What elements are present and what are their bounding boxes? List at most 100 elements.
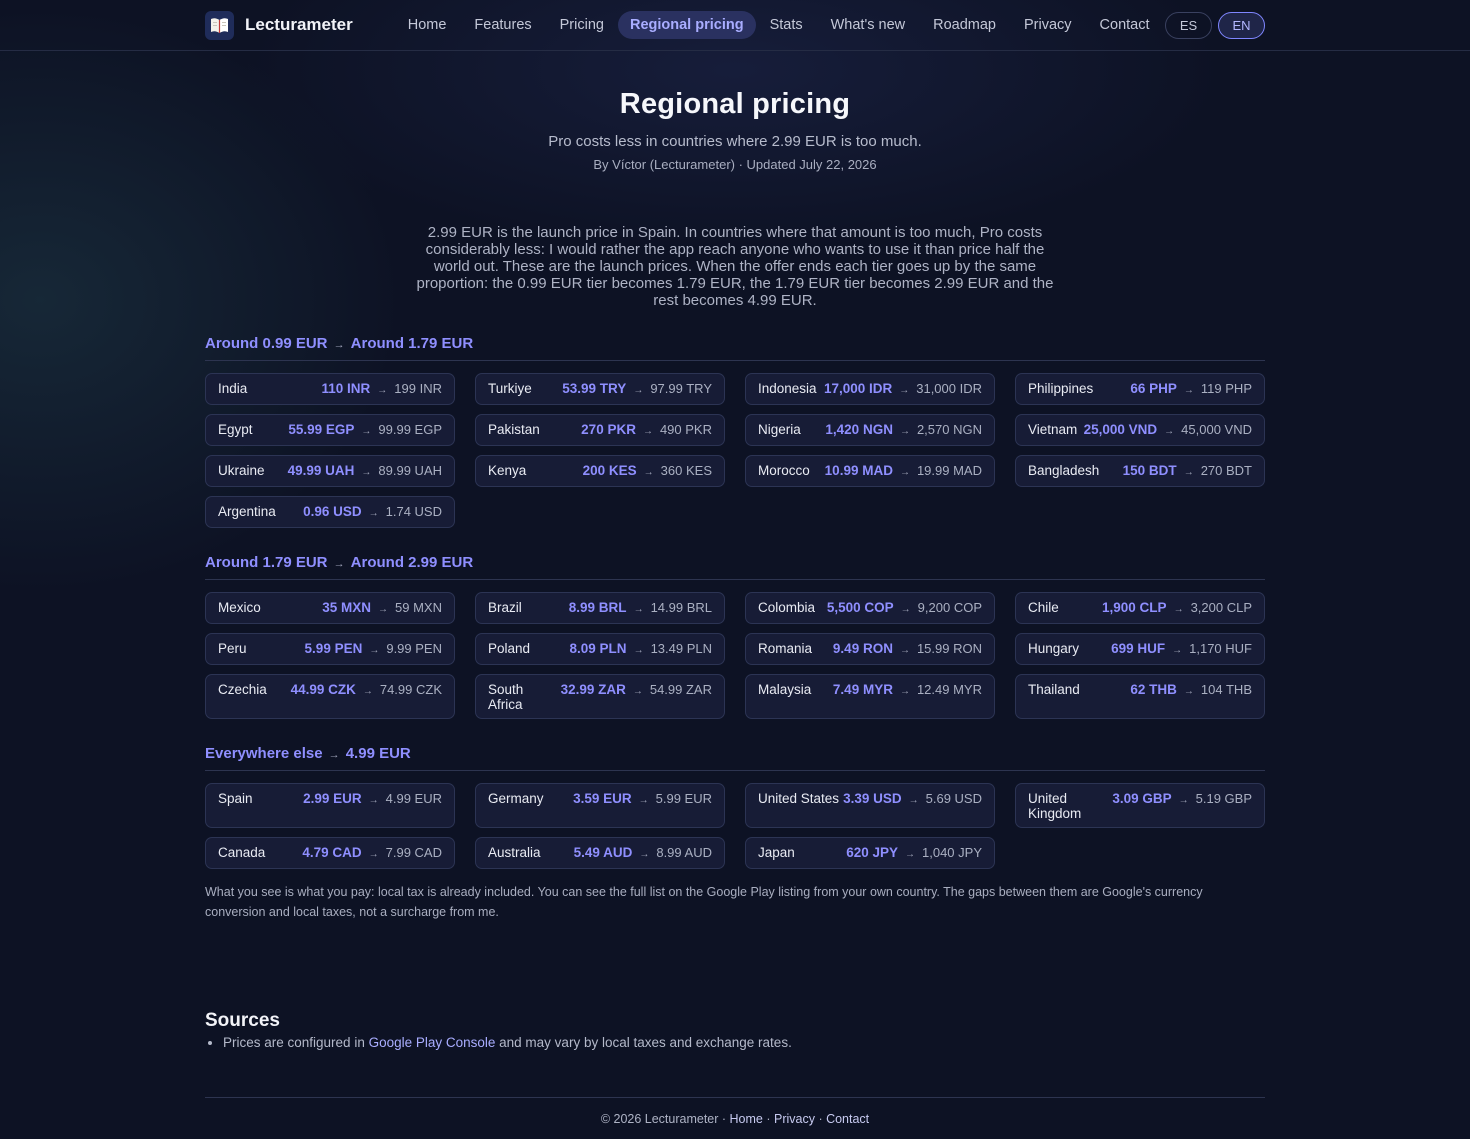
tier-section: Around 1.79 EUR → Around 2.99 EUR Mexico 3… bbox=[205, 554, 1265, 719]
country-name: Canada bbox=[218, 845, 266, 860]
launch-price: 200 KES bbox=[582, 463, 637, 478]
country-name: Mexico bbox=[218, 600, 261, 615]
country-name: United Kingdom bbox=[1028, 791, 1082, 821]
nav-link-features[interactable]: Features bbox=[460, 11, 545, 39]
country-name: Nigeria bbox=[758, 422, 801, 437]
price-card-indonesia: Indonesia 17,000 IDR → 31,000 IDR bbox=[745, 373, 995, 405]
regular-price: 19.99 MAD bbox=[916, 463, 982, 478]
arrow-icon: → bbox=[643, 467, 654, 478]
price-group: 66 PHP → 119 PHP bbox=[1130, 381, 1252, 398]
price-card-japan: Japan 620 JPY → 1,040 JPY bbox=[745, 837, 995, 869]
price-card-egypt: Egypt 55.99 EGP → 99.99 EGP bbox=[205, 414, 455, 446]
arrow-icon: → bbox=[633, 385, 644, 396]
arrow-icon: → bbox=[361, 467, 372, 478]
launch-price: 2.99 EUR bbox=[303, 791, 362, 806]
regular-price: 5.19 GBP bbox=[1195, 791, 1252, 806]
nav-link-home[interactable]: Home bbox=[394, 11, 461, 39]
footer-link-privacy[interactable]: Privacy bbox=[774, 1112, 815, 1126]
country-name: Argentina bbox=[218, 504, 276, 519]
arrow-icon: → bbox=[361, 426, 372, 437]
country-name: Romania bbox=[758, 641, 813, 656]
nav-link-roadmap[interactable]: Roadmap bbox=[919, 11, 1010, 39]
country-name: India bbox=[218, 381, 248, 396]
country-name: Kenya bbox=[488, 463, 527, 478]
page-title: Regional pricing bbox=[619, 88, 851, 120]
price-card-germany: Germany 3.59 EUR → 5.99 EUR bbox=[475, 783, 725, 828]
regular-price: 3,200 CLP bbox=[1190, 600, 1252, 615]
tier-from: Around 1.79 EUR bbox=[205, 554, 328, 571]
footer: © 2026 Lecturameter · Home · Privacy · C… bbox=[205, 1097, 1265, 1126]
price-group: 5,500 COP → 9,200 COP bbox=[827, 600, 982, 617]
price-group: 4.79 CAD → 7.99 CAD bbox=[302, 845, 442, 862]
price-card-hungary: Hungary 699 HUF → 1,170 HUF bbox=[1015, 633, 1265, 665]
price-card-poland: Poland 8.09 PLN → 13.49 PLN bbox=[475, 633, 725, 665]
price-group: 10.99 MAD → 19.99 MAD bbox=[825, 463, 982, 480]
country-name: Indonesia bbox=[758, 381, 817, 396]
brand-home-link[interactable]: Lecturameter bbox=[205, 10, 353, 40]
arrow-icon: → bbox=[899, 426, 910, 437]
country-name: Spain bbox=[218, 791, 253, 806]
pricing-tiers: Around 0.99 EUR → Around 1.79 EUR India 11… bbox=[205, 335, 1265, 869]
price-group: 3.59 EUR → 5.99 EUR bbox=[573, 791, 712, 808]
arrow-icon: → bbox=[899, 467, 910, 478]
tier-to: Around 2.99 EUR bbox=[350, 554, 474, 571]
nav-link-pricing[interactable]: Pricing bbox=[546, 11, 618, 39]
country-name: Poland bbox=[488, 641, 531, 656]
nav-link-regional-pricing[interactable]: Regional pricing bbox=[617, 11, 756, 39]
regular-price: 2,570 NGN bbox=[916, 422, 982, 437]
lang-button-es[interactable]: ES bbox=[1165, 11, 1212, 39]
country-name: Philippines bbox=[1028, 381, 1094, 396]
tier-heading: Around 0.99 EUR → Around 1.79 EUR bbox=[205, 335, 1265, 361]
main-content: Regional pricing Pro costs less in count… bbox=[205, 51, 1265, 1126]
country-name: Hungary bbox=[1028, 641, 1080, 656]
launch-price: 620 JPY bbox=[846, 845, 898, 860]
arrow-icon: → bbox=[1183, 467, 1194, 478]
sources-item: Prices are configured in Google Play Con… bbox=[223, 1035, 1265, 1050]
country-name: Chile bbox=[1028, 600, 1059, 615]
tier-to: 4.99 EUR bbox=[345, 745, 411, 762]
regular-price: 4.99 EUR bbox=[385, 791, 442, 806]
nav-links: Home Features Pricing Regional pricing Stats… bbox=[394, 11, 1164, 39]
arrow-icon: → bbox=[1164, 426, 1175, 437]
sources-section: Sources Prices are configured in Google … bbox=[205, 1010, 1265, 1050]
price-group: 1,900 CLP → 3,200 CLP bbox=[1102, 600, 1252, 617]
price-group: 5.99 PEN → 9.99 PEN bbox=[305, 641, 442, 658]
price-card-kenya: Kenya 200 KES → 360 KES bbox=[475, 455, 725, 487]
price-card-thailand: Thailand 62 THB → 104 THB bbox=[1015, 674, 1265, 719]
footer-link-home[interactable]: Home bbox=[730, 1112, 763, 1126]
price-card-south-africa: South Africa 32.99 ZAR → 54.99 ZAR bbox=[475, 674, 725, 719]
regular-price: 74.99 CZK bbox=[379, 682, 442, 697]
regular-price: 14.99 BRL bbox=[650, 600, 712, 615]
price-group: 2.99 EUR → 4.99 EUR bbox=[303, 791, 442, 808]
footer-separator: · bbox=[762, 1112, 774, 1126]
hero: Regional pricing Pro costs less in count… bbox=[205, 51, 1265, 172]
arrow-icon: → bbox=[368, 849, 379, 860]
launch-price: 270 PKR bbox=[581, 422, 636, 437]
price-card-czechia: Czechia 44.99 CZK → 74.99 CZK bbox=[205, 674, 455, 719]
arrow-icon: → bbox=[1183, 385, 1194, 396]
nav-link-stats[interactable]: Stats bbox=[756, 11, 817, 39]
launch-price: 3.09 GBP bbox=[1112, 791, 1172, 806]
price-card-philippines: Philippines 66 PHP → 119 PHP bbox=[1015, 373, 1265, 405]
price-group: 49.99 UAH → 89.99 UAH bbox=[288, 463, 442, 480]
nav-link-contact[interactable]: Contact bbox=[1086, 11, 1164, 39]
launch-price: 35 MXN bbox=[322, 600, 372, 615]
footer-link-contact[interactable]: Contact bbox=[826, 1112, 869, 1126]
lang-button-en[interactable]: EN bbox=[1218, 11, 1265, 39]
arrow-icon: → bbox=[633, 604, 644, 615]
tier-heading: Around 1.79 EUR → Around 2.99 EUR bbox=[205, 554, 1265, 580]
tier-grid: India 110 INR → 199 INR Turkiye 53.99 TRY → 97.… bbox=[205, 373, 1265, 528]
tier-grid: Mexico 35 MXN → 59 MXN Brazil 8.99 BRL → 14.99 … bbox=[205, 592, 1265, 719]
price-card-united-kingdom: United Kingdom 3.09 GBP → 5.19 GBP bbox=[1015, 783, 1265, 828]
nav-link-privacy[interactable]: Privacy bbox=[1010, 11, 1086, 39]
launch-price: 1,420 NGN bbox=[825, 422, 893, 437]
launch-price: 8.99 BRL bbox=[568, 600, 627, 615]
launch-price: 10.99 MAD bbox=[824, 463, 893, 478]
country-name: Ukraine bbox=[218, 463, 265, 478]
regular-price: 7.99 CAD bbox=[385, 845, 442, 860]
google-play-console-link[interactable]: Google Play Console bbox=[369, 1035, 496, 1050]
arrow-icon: → bbox=[1183, 686, 1194, 697]
nav-link-what-s-new[interactable]: What's new bbox=[817, 11, 920, 39]
country-name: Australia bbox=[488, 845, 541, 860]
launch-price: 110 INR bbox=[321, 381, 371, 396]
